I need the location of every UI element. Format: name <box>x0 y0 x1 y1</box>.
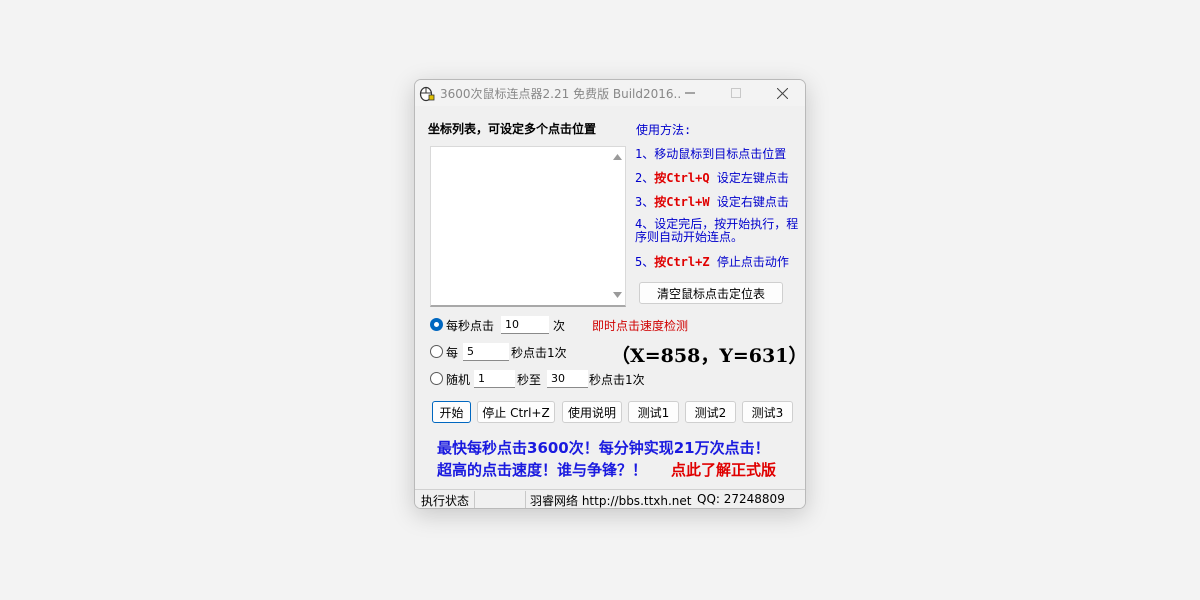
promo-line-1: 最快每秒点击3600次！每分钟实现21万次点击！ <box>437 439 770 457</box>
start-button[interactable]: 开始 <box>432 401 471 423</box>
help-step-3-suffix: 设定右键点击 <box>709 195 789 209</box>
help-step-1: 1、移动鼠标到目标点击位置 <box>635 147 787 161</box>
help-step-4: 4、设定完后，按开始执行，程序则自动开始连点。 <box>635 217 799 244</box>
help-step-5-key: 按Ctrl+Z <box>654 255 710 269</box>
radio-per-second[interactable] <box>430 318 443 331</box>
radio-every-n-seconds[interactable] <box>430 345 443 358</box>
minimize-button[interactable] <box>667 80 713 106</box>
random-label: 随机 <box>446 373 471 387</box>
test3-button[interactable]: 测试3 <box>742 401 793 423</box>
random-max-input[interactable] <box>547 370 588 388</box>
help-step-5-prefix: 5、 <box>635 255 655 269</box>
mouse-coordinates: （X=858，Y=631） <box>611 345 806 367</box>
test2-button[interactable]: 测试2 <box>685 401 736 423</box>
interval-seconds-input[interactable] <box>463 343 509 361</box>
help-step-2: 2、按Ctrl+Q 设定左键点击 <box>635 169 789 186</box>
promo-line-2: 超高的点击速度！谁与争锋？！ <box>437 461 648 479</box>
per-second-label: 每秒点击 <box>446 319 495 333</box>
close-button[interactable] <box>759 80 805 106</box>
test1-button[interactable]: 测试1 <box>628 401 679 423</box>
manual-button[interactable]: 使用说明 <box>562 401 622 423</box>
scroll-down-arrow-icon[interactable] <box>611 289 623 301</box>
maximize-icon <box>731 88 741 98</box>
status-separator <box>525 491 526 508</box>
close-icon <box>776 87 788 99</box>
help-step-5: 5、按Ctrl+Z 停止点击动作 <box>635 253 789 270</box>
coordinate-list[interactable] <box>430 146 626 307</box>
random-mid-label: 秒至 <box>517 373 542 387</box>
status-bar: 执行状态 羽睿网络 http://bbs.ttxh.net QQ: 272488… <box>415 489 805 508</box>
list-heading: 坐标列表，可设定多个点击位置 <box>428 122 597 136</box>
window-title: 3600次鼠标连点器2.21 免费版 Build2016.... <box>440 87 680 101</box>
mouse-clicker-icon <box>418 84 436 102</box>
help-step-2-suffix: 设定左键点击 <box>709 171 789 185</box>
help-step-3-prefix: 3、 <box>635 195 655 209</box>
radio-random[interactable] <box>430 372 443 385</box>
help-step-3: 3、按Ctrl+W 设定右键点击 <box>635 193 789 210</box>
help-step-3-key: 按Ctrl+W <box>654 195 710 209</box>
maximize-button <box>713 80 759 106</box>
status-site: 羽睿网络 http://bbs.ttxh.net <box>530 494 692 508</box>
title-bar[interactable]: 3600次鼠标连点器2.21 免费版 Build2016.... <box>415 80 805 106</box>
status-qq: QQ: 27248809 <box>697 492 785 506</box>
status-separator <box>474 491 475 508</box>
stop-button[interactable]: 停止 Ctrl+Z <box>477 401 555 423</box>
app-window: 3600次鼠标连点器2.21 免费版 Build2016.... 坐标列表，可设… <box>414 79 806 509</box>
random-unit: 秒点击1次 <box>589 373 645 387</box>
speed-test-link[interactable]: 即时点击速度检测 <box>592 317 688 334</box>
random-min-input[interactable] <box>474 370 515 388</box>
help-title: 使用方法: <box>636 123 692 137</box>
every-label: 每 <box>446 346 459 360</box>
minimize-icon <box>685 92 695 94</box>
help-step-2-prefix: 2、 <box>635 171 655 185</box>
per-second-unit: 次 <box>553 319 566 333</box>
clear-positions-button[interactable]: 清空鼠标点击定位表 <box>639 282 783 304</box>
every-unit: 秒点击1次 <box>511 346 567 360</box>
pro-version-link[interactable]: 点此了解正式版 <box>671 459 776 480</box>
status-state: 执行状态 <box>421 494 470 508</box>
scroll-up-arrow-icon[interactable] <box>611 151 623 163</box>
clicks-per-second-input[interactable] <box>501 316 549 334</box>
help-step-5-suffix: 停止点击动作 <box>709 255 789 269</box>
help-step-2-key: 按Ctrl+Q <box>654 171 710 185</box>
